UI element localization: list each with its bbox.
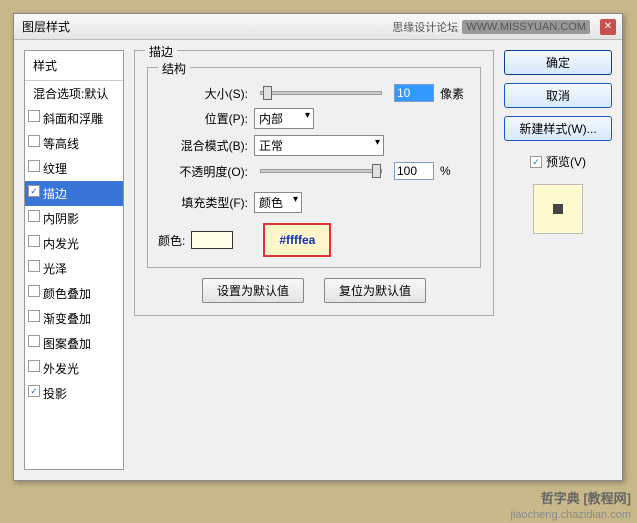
- close-icon[interactable]: ✕: [600, 19, 616, 35]
- sidebar-checkbox[interactable]: ✓: [28, 385, 40, 397]
- dialog-window: 图层样式 思缘设计论坛 WWW.MISSYUAN.COM ✕ 样式 混合选项:默…: [13, 13, 623, 481]
- size-label: 大小(S):: [158, 85, 248, 102]
- sidebar-item-4[interactable]: 内阴影: [25, 206, 123, 231]
- opacity-label: 不透明度(O):: [158, 163, 248, 180]
- sidebar-item-label: 等高线: [43, 137, 79, 151]
- sidebar-checkbox[interactable]: [28, 210, 40, 222]
- sidebar-item-label: 图案叠加: [43, 337, 91, 351]
- preview-label: 预览(V): [546, 153, 586, 170]
- titlebar: 图层样式 思缘设计论坛 WWW.MISSYUAN.COM ✕: [14, 14, 622, 40]
- opacity-unit: %: [440, 164, 470, 178]
- blend-label: 混合模式(B):: [158, 137, 248, 154]
- opacity-slider[interactable]: [260, 169, 382, 173]
- size-unit: 像素: [440, 85, 470, 102]
- color-row: 颜色: #ffffea: [158, 223, 470, 257]
- sidebar-item-5[interactable]: 内发光: [25, 231, 123, 256]
- sidebar-item-0[interactable]: 斜面和浮雕: [25, 106, 123, 131]
- set-default-button[interactable]: 设置为默认值: [202, 278, 304, 303]
- position-label: 位置(P):: [158, 110, 248, 127]
- opacity-row: 不透明度(O): %: [158, 162, 470, 180]
- structure-fieldset: 结构 大小(S): 像素 位置(P): 内部 混合模式(B): 正常: [147, 67, 481, 268]
- opacity-input[interactable]: [394, 162, 434, 180]
- dialog-content: 样式 混合选项:默认 斜面和浮雕等高线纹理✓描边内阴影内发光光泽颜色叠加渐变叠加…: [14, 40, 622, 480]
- ok-button[interactable]: 确定: [504, 50, 612, 75]
- preview-row: ✓ 预览(V): [504, 153, 612, 170]
- sidebar-checkbox[interactable]: [28, 235, 40, 247]
- sidebar-item-8[interactable]: 渐变叠加: [25, 306, 123, 331]
- blend-row: 混合模式(B): 正常: [158, 135, 470, 156]
- size-input[interactable]: [394, 84, 434, 102]
- sidebar-item-label: 投影: [43, 387, 67, 401]
- filltype-combo[interactable]: 颜色: [254, 192, 302, 213]
- sidebar-item-7[interactable]: 颜色叠加: [25, 281, 123, 306]
- filltype-row: 填充类型(F): 颜色: [158, 192, 470, 213]
- color-label: 颜色:: [158, 232, 185, 249]
- right-column: 确定 取消 新建样式(W)... ✓ 预览(V): [504, 50, 612, 470]
- size-row: 大小(S): 像素: [158, 84, 470, 102]
- sidebar-checkbox[interactable]: [28, 160, 40, 172]
- new-style-button[interactable]: 新建样式(W)...: [504, 116, 612, 141]
- sidebar-item-6[interactable]: 光泽: [25, 256, 123, 281]
- sidebar-checkbox[interactable]: [28, 360, 40, 372]
- sidebar-checkbox[interactable]: [28, 260, 40, 272]
- sidebar-item-11[interactable]: ✓投影: [25, 381, 123, 406]
- sidebar-checkbox[interactable]: [28, 335, 40, 347]
- structure-title: 结构: [158, 60, 190, 77]
- sidebar-item-1[interactable]: 等高线: [25, 131, 123, 156]
- sidebar-item-2[interactable]: 纹理: [25, 156, 123, 181]
- position-row: 位置(P): 内部: [158, 108, 470, 129]
- sidebar-checkbox[interactable]: [28, 285, 40, 297]
- sidebar-item-label: 渐变叠加: [43, 312, 91, 326]
- sidebar-item-label: 纹理: [43, 162, 67, 176]
- sidebar-checkbox[interactable]: ✓: [28, 185, 40, 197]
- sidebar-item-default[interactable]: 混合选项:默认: [25, 81, 123, 106]
- color-swatch[interactable]: [191, 231, 233, 249]
- position-combo[interactable]: 内部: [254, 108, 314, 129]
- watermark-url: jiaocheng.chazidian.com: [511, 509, 631, 521]
- window-title: 图层样式: [22, 18, 70, 35]
- cancel-button[interactable]: 取消: [504, 83, 612, 108]
- sidebar-item-3[interactable]: ✓描边: [25, 181, 123, 206]
- stroke-fieldset: 描边 结构 大小(S): 像素 位置(P): 内部 混合模式(B):: [134, 50, 494, 316]
- site-url: WWW.MISSYUAN.COM: [462, 20, 590, 34]
- sidebar-item-label: 内阴影: [43, 212, 79, 226]
- sidebar-item-label: 内发光: [43, 237, 79, 251]
- sidebar-item-label: 描边: [43, 187, 67, 201]
- filltype-label: 填充类型(F):: [158, 194, 248, 211]
- sidebar-item-label: 光泽: [43, 262, 67, 276]
- styles-sidebar: 样式 混合选项:默认 斜面和浮雕等高线纹理✓描边内阴影内发光光泽颜色叠加渐变叠加…: [24, 50, 124, 470]
- reset-default-button[interactable]: 复位为默认值: [324, 278, 426, 303]
- color-callout: #ffffea: [263, 223, 331, 257]
- preview-box: [533, 184, 583, 234]
- sidebar-item-10[interactable]: 外发光: [25, 356, 123, 381]
- sidebar-header: 样式: [25, 51, 123, 81]
- preview-checkbox[interactable]: ✓: [530, 156, 542, 168]
- main-panel: 描边 结构 大小(S): 像素 位置(P): 内部 混合模式(B):: [134, 50, 494, 470]
- sidebar-item-label: 外发光: [43, 362, 79, 376]
- watermark-brand: 哲字典 [教程网]: [541, 488, 631, 507]
- sidebar-checkbox[interactable]: [28, 135, 40, 147]
- titlebar-right: 思缘设计论坛 WWW.MISSYUAN.COM ✕: [392, 19, 622, 35]
- size-slider[interactable]: [260, 91, 382, 95]
- sidebar-checkbox[interactable]: [28, 110, 40, 122]
- panel-title: 描边: [145, 43, 177, 60]
- preview-thumb: [553, 204, 563, 214]
- blend-combo[interactable]: 正常: [254, 135, 384, 156]
- sidebar-item-label: 斜面和浮雕: [43, 112, 103, 126]
- sidebar-item-label: 颜色叠加: [43, 287, 91, 301]
- site-label: 思缘设计论坛: [392, 19, 458, 35]
- default-buttons-row: 设置为默认值 复位为默认值: [147, 278, 481, 303]
- sidebar-checkbox[interactable]: [28, 310, 40, 322]
- sidebar-item-9[interactable]: 图案叠加: [25, 331, 123, 356]
